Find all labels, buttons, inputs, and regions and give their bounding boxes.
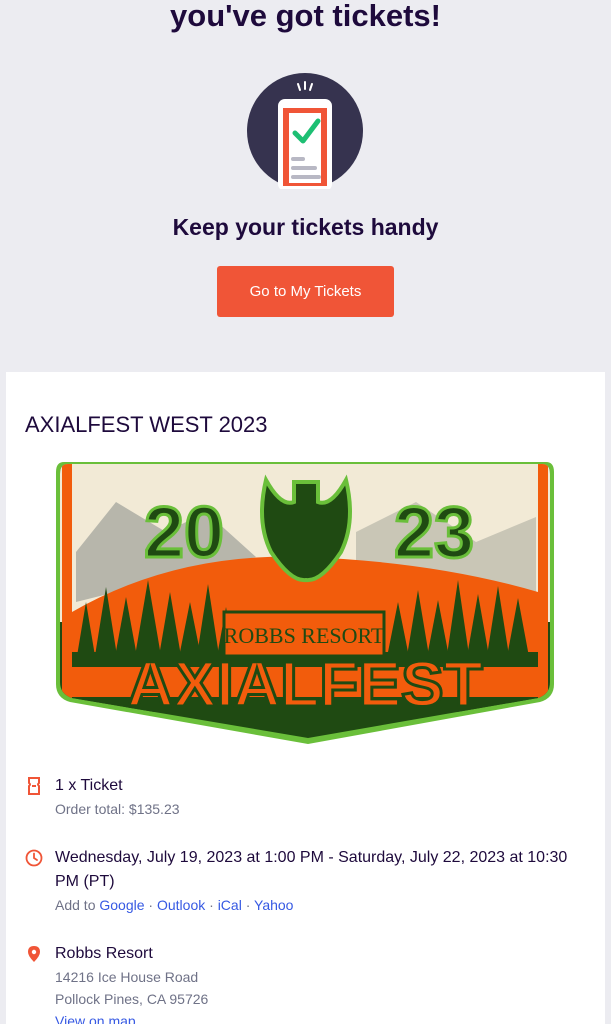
ticket-icon: [25, 777, 43, 795]
section-subtitle: Keep your tickets handy: [172, 214, 439, 240]
logo-banner: ROBBS RESORT: [224, 623, 385, 648]
go-to-my-tickets-button[interactable]: Go to My Tickets: [217, 266, 394, 317]
venue-name: Robbs Resort: [55, 945, 153, 962]
address-line-1: 14216 Ice House Road: [55, 969, 199, 985]
separator: ·: [148, 897, 154, 913]
event-title: AXIALFEST WEST 2023: [25, 412, 268, 437]
calendar-yahoo-link[interactable]: Yahoo: [254, 897, 293, 913]
ticket-quantity: 1 x Ticket: [55, 777, 123, 794]
order-total: Order total: $135.23: [55, 801, 180, 817]
clock-icon: [25, 849, 43, 867]
email-page: you've got tickets! Keep your tickets ha…: [0, 0, 611, 1024]
event-card: AXIALFEST WEST 2023 20 23 ROBBS RESORT A…: [6, 372, 605, 1024]
event-datetime: Wednesday, July 19, 2023 at 1:00 PM - Sa…: [55, 849, 568, 890]
logo-year-left: 20: [144, 493, 224, 573]
add-to-calendar: Add to Google · Outlook · iCal · Yahoo: [55, 894, 585, 916]
logo-wordmark: AXIALFEST: [127, 648, 483, 720]
address-line-2: Pollock Pines, CA 95726: [55, 991, 209, 1007]
separator: ·: [209, 897, 214, 913]
calendar-ical-link[interactable]: iCal: [218, 897, 242, 913]
add-to-label: Add to: [55, 897, 96, 913]
calendar-outlook-link[interactable]: Outlook: [157, 897, 205, 913]
event-logo: 20 23 ROBBS RESORT AXIALFEST: [56, 462, 554, 744]
location-pin-icon: [25, 945, 43, 963]
logo-year-right: 23: [394, 493, 474, 573]
phone-ticket-illustration: [247, 73, 363, 191]
view-on-map-link[interactable]: View on map: [55, 1013, 136, 1024]
page-title: you've got tickets!: [170, 0, 441, 33]
calendar-google-link[interactable]: Google: [99, 897, 144, 913]
separator: ·: [245, 897, 251, 913]
